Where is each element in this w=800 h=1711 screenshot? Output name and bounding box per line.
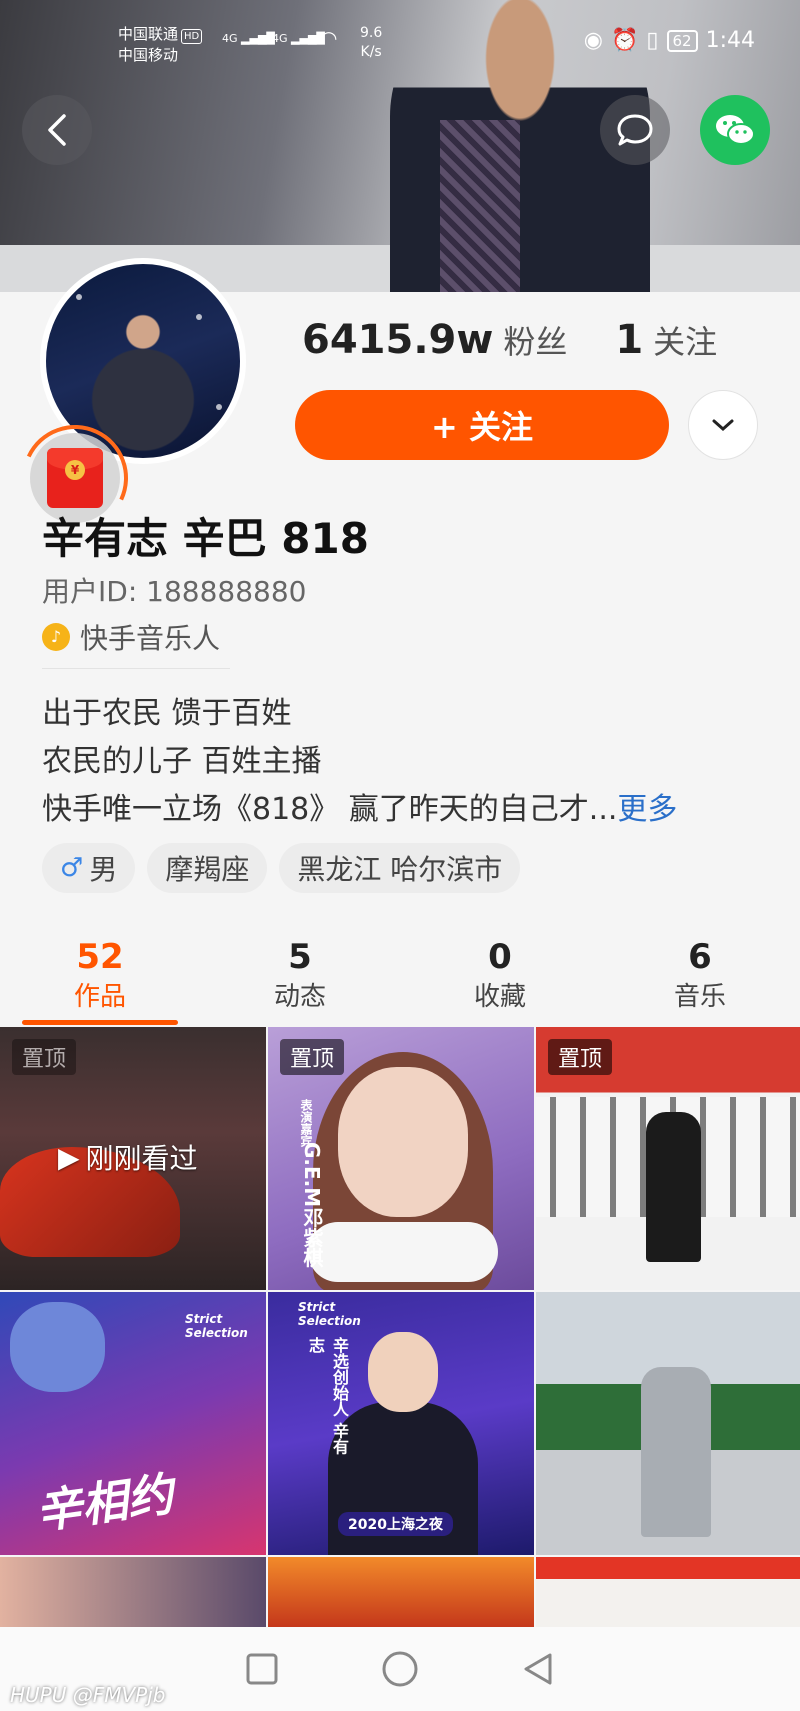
video-thumbnail[interactable] <box>268 1557 534 1631</box>
tab-favorites[interactable]: 0 收藏 <box>400 935 600 1027</box>
cover-side-text: G.E.M邓紫棋 <box>300 1142 324 1268</box>
status-bar: 中国联通 HD 中国移动 4G ▂▄▆█ 4G ▂▄▆█ ◠ 9.6 K/s ◉ … <box>0 20 800 70</box>
video-thumbnail[interactable] <box>536 1557 800 1631</box>
banner-photo-detail <box>440 120 520 292</box>
cover-side-text: 辛选创始人 辛有志 <box>306 1337 349 1455</box>
music-creator-badge[interactable]: ♪ 快手音乐人 <box>42 617 220 657</box>
video-thumbnail[interactable] <box>536 1292 800 1555</box>
badge-label: 快手音乐人 <box>80 622 221 655</box>
thumbnail-image <box>10 1302 105 1392</box>
pinned-badge: 置顶 <box>280 1039 345 1075</box>
thumbnail-image <box>308 1222 498 1282</box>
tab-label: 作品 <box>73 982 126 1012</box>
signal-2-icon: 4G ▂▄▆█ <box>272 32 325 45</box>
zodiac-tag: 摩羯座 <box>147 843 268 893</box>
tab-count: 0 <box>488 937 512 977</box>
chevron-down-icon <box>712 419 734 432</box>
tab-count: 6 <box>688 937 712 977</box>
recent-apps-icon[interactable] <box>244 1651 280 1687</box>
thumbnail-image <box>338 1067 468 1217</box>
tab-count: 5 <box>288 937 312 977</box>
tab-label: 收藏 <box>473 982 526 1012</box>
vibrate-icon: ▯ <box>646 28 659 53</box>
watermark: HUPU @FMVPjb <box>10 1683 166 1707</box>
video-thumbnail[interactable]: Strict Selection 辛选创始人 辛有志 2020上海之夜 <box>268 1292 534 1555</box>
cover-tag: Strict Selection <box>298 1300 361 1328</box>
eye-icon: ◉ <box>583 28 603 53</box>
back-nav-icon[interactable] <box>520 1651 556 1687</box>
followers-label[interactable]: 粉丝 <box>503 317 567 363</box>
cover-title: 辛相约 <box>32 1466 177 1540</box>
following-count[interactable]: 1 <box>615 317 643 363</box>
tab-count: 52 <box>76 937 124 977</box>
net-speed: 9.6 K/s <box>360 25 383 60</box>
tab-label: 动态 <box>273 982 326 1012</box>
carrier-2: 中国移动 <box>118 46 179 64</box>
pinned-badge: 置顶 <box>548 1039 613 1075</box>
status-right: ◉ ⏰ ▯ 62 1:44 <box>584 28 755 53</box>
bio-line: 出于农民 馈于百姓 <box>42 696 292 731</box>
alarm-icon: ⏰ <box>610 28 639 53</box>
thumbnail-image <box>646 1112 701 1262</box>
cover-small-text: 表演嘉宾 <box>299 1099 313 1147</box>
yuan-coin-icon: ¥ <box>65 460 85 480</box>
chevron-left-icon <box>48 114 66 146</box>
gender-tag: ♂ 男 <box>42 843 136 893</box>
carrier-1: 中国联通 <box>118 25 179 43</box>
wifi-icon: ◠ <box>320 26 338 50</box>
divider <box>42 668 230 669</box>
video-thumbnail[interactable]: Strict Selection 辛相约 <box>0 1292 266 1555</box>
profile-name: 辛有志 辛巴 818 <box>42 514 369 563</box>
time: 1:44 <box>705 28 755 53</box>
message-button[interactable] <box>600 95 670 165</box>
back-button[interactable] <box>22 95 92 165</box>
cover-event: 2020上海之夜 <box>338 1512 453 1536</box>
avatar-detail <box>216 404 222 410</box>
red-envelope-icon: ¥ <box>47 448 103 508</box>
video-thumbnail[interactable]: 置顶 表演嘉宾 G.E.M邓紫棋 <box>268 1027 534 1290</box>
wechat-share-button[interactable] <box>700 95 770 165</box>
pinned-badge: 置顶 <box>12 1039 77 1075</box>
tab-music[interactable]: 6 音乐 <box>600 935 800 1027</box>
recently-watched-label: ▶ 刚刚看过 <box>58 1140 198 1176</box>
video-thumbnail[interactable]: 置顶 <box>536 1027 800 1290</box>
avatar-detail <box>196 314 202 320</box>
more-options-button[interactable] <box>688 390 758 460</box>
user-id: 用户ID: 188888880 <box>42 575 307 608</box>
carrier-info: 中国联通 HD 中国移动 <box>118 24 203 66</box>
tab-moments[interactable]: 5 动态 <box>200 935 400 1027</box>
male-icon: ♂ <box>60 853 84 883</box>
thumbnail-image <box>641 1367 711 1537</box>
profile-tabs: 52 作品 5 动态 0 收藏 6 音乐 <box>0 935 800 1027</box>
wechat-icon <box>716 115 755 145</box>
video-grid: 置顶 ▶ 刚刚看过 置顶 表演嘉宾 G.E.M邓紫棋 置顶 Strict Sele… <box>0 1027 800 1631</box>
tab-label: 音乐 <box>673 982 726 1012</box>
location-tag: 黑龙江 哈尔滨市 <box>279 843 521 893</box>
avatar-detail <box>76 294 82 300</box>
signal-1-icon: 4G ▂▄▆█ <box>222 32 275 45</box>
tab-works[interactable]: 52 作品 <box>0 935 200 1027</box>
home-icon[interactable] <box>380 1649 420 1689</box>
active-tab-indicator <box>22 1020 178 1025</box>
bio-line: 农民的儿子 百姓主播 <box>42 744 322 779</box>
follow-button[interactable]: + 关注 <box>295 390 669 460</box>
profile-bio: 出于农民 馈于百姓 农民的儿子 百姓主播 快手唯一立场《818》 赢了昨天的自己… <box>42 690 677 834</box>
music-note-icon: ♪ <box>42 623 70 651</box>
profile-stats: 6415.9w 粉丝 1 关注 <box>302 317 717 363</box>
bio-line: 快手唯一立场《818》 赢了昨天的自己才... <box>42 792 618 827</box>
cover-tag: Strict Selection <box>185 1312 248 1340</box>
chat-bubble-icon <box>617 114 653 146</box>
thumbnail-image <box>368 1332 438 1412</box>
followers-count[interactable]: 6415.9w <box>302 317 493 363</box>
hd-badge: HD <box>181 29 203 44</box>
video-thumbnail[interactable]: 置顶 ▶ 刚刚看过 <box>0 1027 266 1290</box>
profile-tags: ♂ 男 摩羯座 黑龙江 哈尔滨市 <box>42 843 521 893</box>
battery-indicator: 62 <box>666 29 698 52</box>
play-icon: ▶ <box>58 1140 80 1174</box>
following-label[interactable]: 关注 <box>653 317 717 363</box>
video-thumbnail[interactable] <box>0 1557 266 1631</box>
bio-more-link[interactable]: 更多 <box>617 792 677 827</box>
